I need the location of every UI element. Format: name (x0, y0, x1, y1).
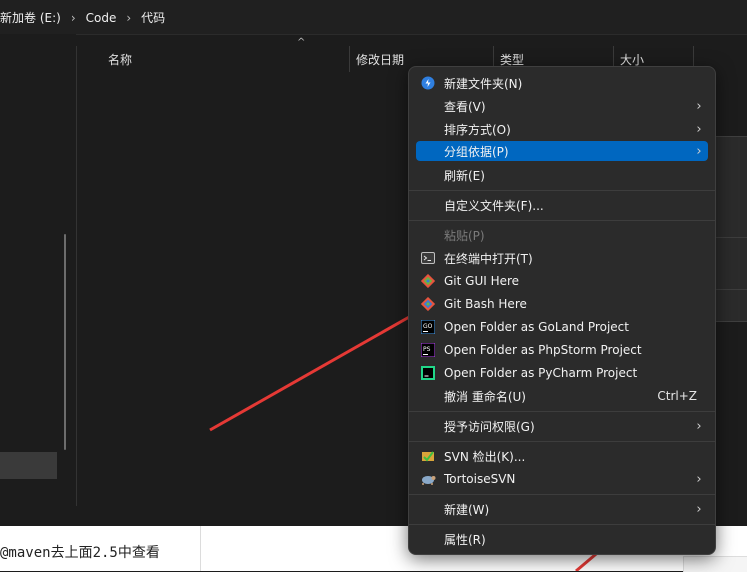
git-bash-icon (418, 296, 438, 312)
menu-item-label: 刷新(E) (444, 168, 485, 183)
svn-checkout-icon (418, 448, 438, 464)
menu-item-git-gui-here[interactable]: Git GUI Here (416, 270, 708, 292)
goland-icon: GO (418, 319, 438, 335)
menu-item-tortoisesvn[interactable]: TortoiseSVN › (416, 468, 708, 490)
menu-separator (409, 494, 715, 495)
menu-item-open-goland[interactable]: GO Open Folder as GoLand Project (416, 316, 708, 338)
chevron-right-icon: › (696, 121, 702, 137)
menu-item-label: Git GUI Here (444, 274, 520, 288)
menu-item-new-folder[interactable]: 新建文件夹(N) (416, 72, 708, 94)
menu-item-label: 在终端中打开(T) (444, 251, 533, 266)
menu-item-label: 撤消 重命名(U) (444, 389, 526, 404)
git-gui-icon (418, 273, 438, 289)
menu-separator (409, 411, 715, 412)
phpstorm-icon: PS (418, 342, 438, 358)
menu-item-shortcut: Ctrl+Z (657, 389, 697, 403)
menu-item-give-access[interactable]: 授予访问权限(G) › (416, 415, 708, 437)
menu-item-label: 粘贴(P) (444, 228, 485, 243)
submenu-separator (716, 237, 747, 238)
menu-item-svn-checkout[interactable]: SVN 检出(K)... (416, 445, 708, 467)
submenu-separator (716, 289, 747, 290)
menu-item-label: Git Bash Here (444, 297, 527, 311)
menu-separator (409, 441, 715, 442)
menu-item-open-in-terminal[interactable]: 在终端中打开(T) (416, 247, 708, 269)
menu-item-label: Open Folder as PyCharm Project (444, 366, 638, 380)
menu-item-label: SVN 检出(K)... (444, 449, 526, 464)
context-menu: 新建文件夹(N) 查看(V) › 排序方式(O) › 分组依据(P) › 刷新(… (408, 66, 716, 555)
chevron-right-icon: › (696, 418, 702, 434)
menu-item-label: 自定义文件夹(F)... (444, 198, 544, 213)
menu-item-git-bash-here[interactable]: Git Bash Here (416, 293, 708, 315)
menu-item-label: 排序方式(O) (444, 122, 511, 137)
menu-item-label: TortoiseSVN (444, 472, 516, 486)
menu-item-group-by[interactable]: 分组依据(P) › (416, 141, 708, 161)
menu-item-label: 查看(V) (444, 99, 486, 114)
menu-item-view[interactable]: 查看(V) › (416, 95, 708, 117)
chevron-right-icon: › (696, 143, 702, 159)
menu-item-undo-rename[interactable]: 撤消 重命名(U) Ctrl+Z (416, 385, 708, 407)
goland-icon-text: GO (423, 323, 433, 330)
terminal-icon (418, 250, 438, 266)
menu-separator (409, 190, 715, 191)
menu-item-label: Open Folder as GoLand Project (444, 320, 629, 334)
menu-item-label: 新建文件夹(N) (444, 76, 523, 91)
menu-separator (409, 220, 715, 221)
chevron-right-icon: › (696, 98, 702, 114)
menu-item-properties[interactable]: 属性(R) (416, 528, 708, 550)
menu-item-sort-by[interactable]: 排序方式(O) › (416, 118, 708, 140)
tortoisesvn-icon (418, 471, 438, 487)
chevron-right-icon: › (696, 501, 702, 517)
menu-item-label: 分组依据(P) (444, 144, 509, 159)
menu-item-open-pycharm[interactable]: Open Folder as PyCharm Project (416, 362, 708, 384)
phpstorm-icon-text: PS (423, 346, 431, 353)
menu-item-open-phpstorm[interactable]: PS Open Folder as PhpStorm Project (416, 339, 708, 361)
menu-item-label: Open Folder as PhpStorm Project (444, 343, 642, 357)
menu-item-label: 新建(W) (444, 502, 490, 517)
menu-item-label: 属性(R) (444, 532, 486, 547)
menu-item-new[interactable]: 新建(W) › (416, 498, 708, 520)
menu-item-label: 授予访问权限(G) (444, 419, 535, 434)
menu-item-refresh[interactable]: 刷新(E) (416, 164, 708, 186)
pycharm-icon (418, 365, 438, 381)
chevron-right-icon: › (696, 471, 702, 487)
menu-item-paste: 粘贴(P) (416, 224, 708, 246)
menu-separator (409, 524, 715, 525)
menu-item-customize-folder[interactable]: 自定义文件夹(F)... (416, 194, 708, 216)
new-folder-icon (418, 75, 438, 91)
